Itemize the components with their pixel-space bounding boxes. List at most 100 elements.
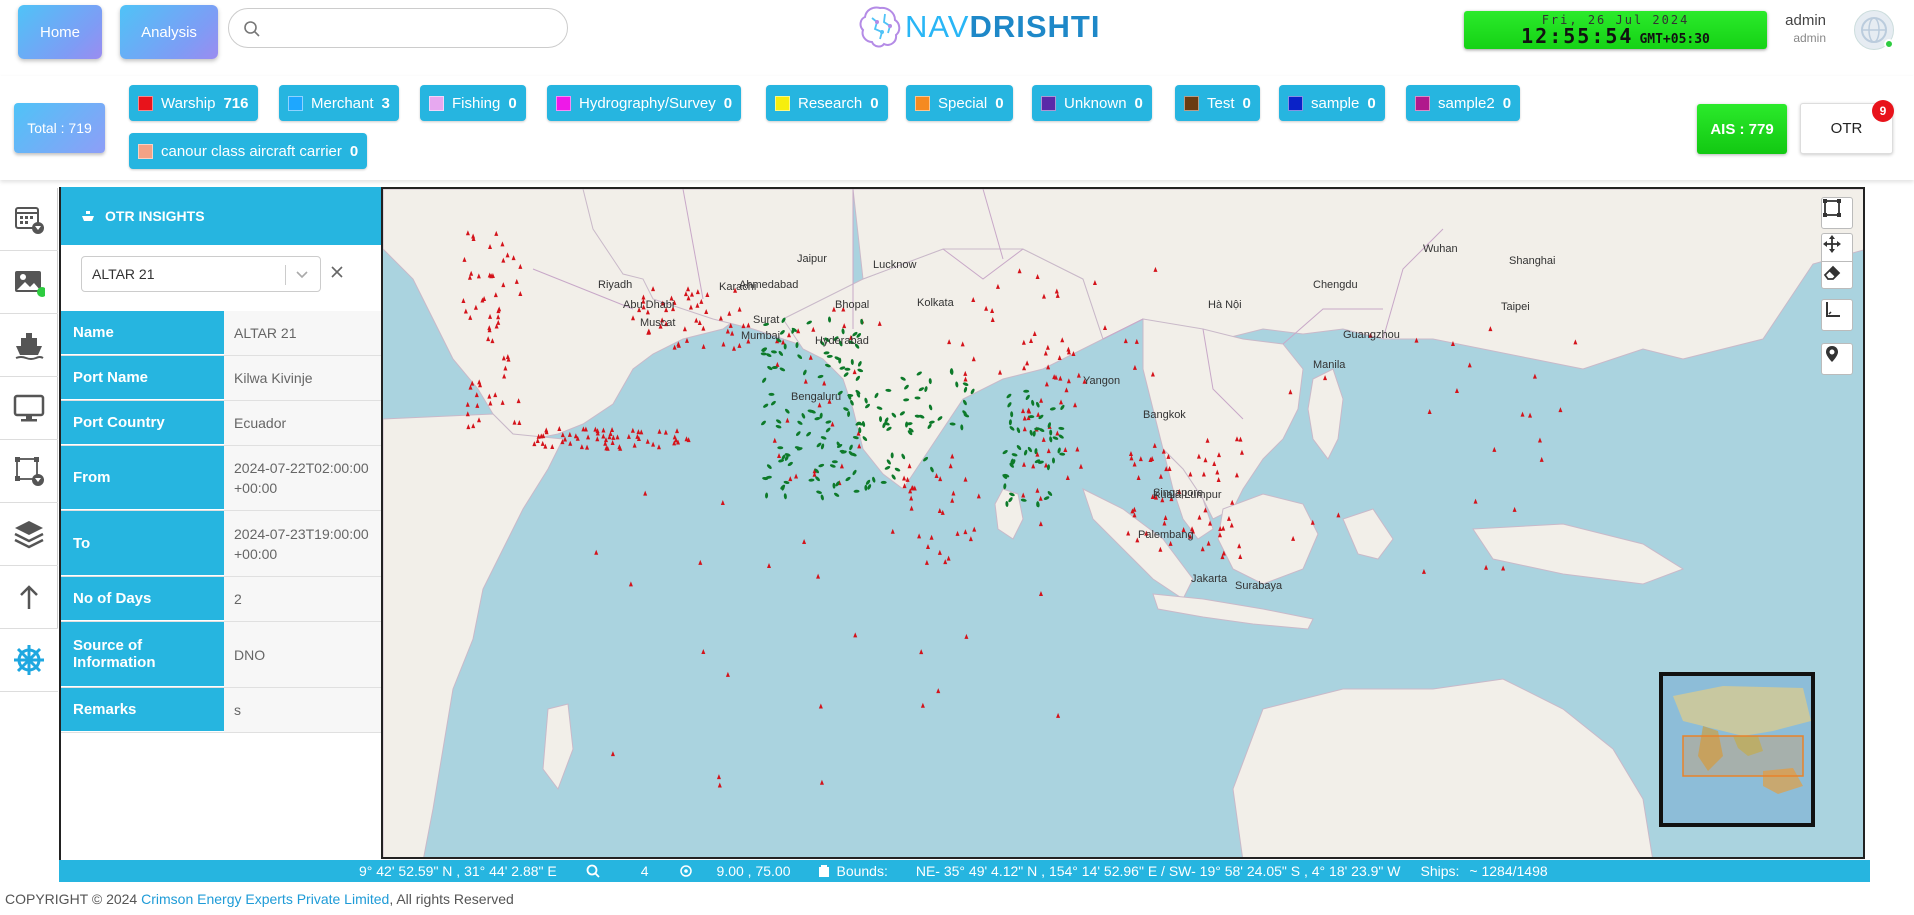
warship-marker[interactable]: [720, 499, 725, 505]
ais-ship-marker[interactable]: [787, 461, 794, 467]
warship-marker[interactable]: [1454, 388, 1459, 394]
warship-marker[interactable]: [1492, 446, 1497, 452]
chip-fishing[interactable]: Fishing 0: [420, 85, 526, 121]
ais-ship-marker[interactable]: [1049, 429, 1053, 436]
warship-marker[interactable]: [816, 573, 821, 579]
warship-marker[interactable]: [1059, 399, 1064, 405]
warship-marker[interactable]: [656, 444, 661, 450]
warship-marker[interactable]: [1128, 450, 1133, 456]
warship-marker[interactable]: [1158, 473, 1163, 479]
warship-marker[interactable]: [808, 354, 813, 360]
warship-marker[interactable]: [672, 344, 677, 350]
warship-marker[interactable]: [950, 497, 955, 503]
warship-marker[interactable]: [781, 339, 786, 345]
warship-marker[interactable]: [1065, 475, 1070, 481]
warship-marker[interactable]: [1484, 564, 1489, 570]
ais-ship-marker[interactable]: [779, 367, 786, 372]
warship-marker[interactable]: [1473, 498, 1478, 504]
warship-marker[interactable]: [1162, 520, 1167, 526]
ais-ship-marker[interactable]: [1027, 446, 1033, 453]
warship-marker[interactable]: [920, 702, 925, 708]
warship-marker[interactable]: [1064, 387, 1069, 393]
warship-marker[interactable]: [585, 444, 590, 450]
chip-hydrography-survey[interactable]: Hydrography/Survey 0: [547, 85, 742, 121]
warship-marker[interactable]: [1038, 521, 1043, 527]
clear-selection-icon[interactable]: [329, 264, 345, 285]
ais-ship-marker[interactable]: [765, 492, 769, 499]
ais-ship-marker[interactable]: [1046, 464, 1050, 471]
warship-marker[interactable]: [817, 402, 822, 408]
warship-marker[interactable]: [853, 632, 858, 638]
ais-ship-marker[interactable]: [765, 352, 772, 358]
ais-ship-marker[interactable]: [816, 490, 823, 495]
warship-marker[interactable]: [1163, 514, 1168, 520]
ais-ship-marker[interactable]: [1002, 449, 1009, 455]
tool-calendar-filter[interactable]: [0, 188, 58, 251]
otr-button[interactable]: OTR 9: [1800, 100, 1894, 154]
warship-marker[interactable]: [1129, 455, 1134, 461]
warship-marker[interactable]: [465, 401, 470, 407]
warship-marker[interactable]: [643, 490, 648, 496]
ais-ship-marker[interactable]: [768, 392, 775, 396]
warship-marker[interactable]: [1206, 540, 1211, 546]
chip-canour-class-aircraft-carrier[interactable]: canour class aircraft carrier 0: [129, 133, 368, 169]
warship-marker[interactable]: [890, 528, 895, 534]
tool-upload[interactable]: [0, 566, 58, 629]
warship-marker[interactable]: [976, 493, 981, 499]
ais-ship-marker[interactable]: [820, 494, 824, 501]
warship-marker[interactable]: [615, 434, 620, 440]
ais-ship-marker[interactable]: [829, 464, 836, 469]
erase-button[interactable]: [1821, 261, 1853, 289]
warship-marker[interactable]: [830, 421, 835, 427]
ais-ship-marker[interactable]: [802, 369, 807, 376]
warship-marker[interactable]: [1031, 463, 1036, 469]
warship-marker[interactable]: [818, 703, 823, 709]
ais-count-button[interactable]: AIS : 779: [1697, 104, 1787, 154]
warship-marker[interactable]: [610, 751, 615, 757]
ais-ship-marker[interactable]: [1010, 411, 1014, 418]
warship-marker[interactable]: [937, 507, 942, 513]
ais-ship-marker[interactable]: [1023, 389, 1030, 393]
ais-ship-marker[interactable]: [845, 476, 852, 482]
warship-marker[interactable]: [803, 378, 808, 384]
company-link[interactable]: Crimson Energy Experts Private Limited: [141, 891, 389, 907]
warship-marker[interactable]: [465, 411, 470, 417]
tool-ships[interactable]: [0, 314, 58, 377]
warship-marker[interactable]: [950, 453, 955, 459]
warship-marker[interactable]: [919, 649, 924, 655]
ais-ship-marker[interactable]: [1016, 444, 1022, 451]
ais-ship-marker[interactable]: [775, 419, 782, 425]
warship-marker[interactable]: [929, 534, 934, 540]
ais-ship-marker[interactable]: [1011, 453, 1018, 458]
warship-marker[interactable]: [1038, 495, 1043, 501]
ais-ship-marker[interactable]: [766, 463, 772, 469]
ais-ship-marker[interactable]: [770, 400, 776, 406]
warship-marker[interactable]: [698, 559, 703, 565]
ais-ship-marker[interactable]: [960, 424, 964, 431]
warship-marker[interactable]: [645, 438, 650, 444]
warship-marker[interactable]: [1132, 461, 1137, 467]
warship-marker[interactable]: [1044, 381, 1049, 387]
warship-marker[interactable]: [937, 549, 942, 555]
tool-image-layer[interactable]: [0, 251, 58, 314]
ais-ship-marker[interactable]: [777, 446, 784, 450]
ais-ship-marker[interactable]: [848, 444, 853, 451]
warship-marker[interactable]: [972, 526, 977, 532]
total-count-badge[interactable]: Total : 719: [14, 103, 105, 153]
warship-marker[interactable]: [651, 441, 656, 447]
warship-marker[interactable]: [610, 440, 615, 446]
warship-marker[interactable]: [639, 429, 644, 435]
warship-marker[interactable]: [839, 463, 844, 469]
warship-marker[interactable]: [475, 402, 480, 408]
ais-ship-marker[interactable]: [1009, 425, 1015, 431]
warship-marker[interactable]: [1138, 456, 1143, 462]
ais-ship-marker[interactable]: [1003, 483, 1007, 490]
ais-ship-marker[interactable]: [801, 412, 806, 419]
ais-ship-marker[interactable]: [825, 420, 832, 424]
warship-marker[interactable]: [1512, 506, 1517, 512]
ais-ship-marker[interactable]: [852, 469, 858, 476]
ais-ship-marker[interactable]: [795, 430, 801, 437]
ais-ship-marker[interactable]: [880, 480, 887, 484]
warship-marker[interactable]: [1073, 402, 1078, 408]
warship-marker[interactable]: [579, 444, 584, 450]
